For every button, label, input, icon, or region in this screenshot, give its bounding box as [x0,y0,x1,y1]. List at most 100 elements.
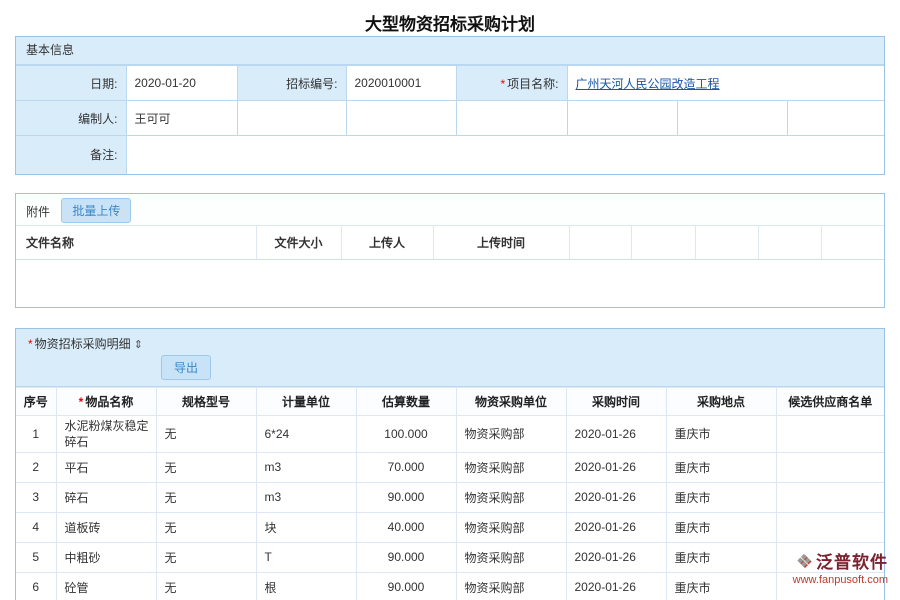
cell-time: 2020-01-26 [566,542,666,572]
empty-header [758,225,821,259]
basic-info-row-1: 日期: 2020-01-20 招标编号: 2020010001 *项目名称: 广… [16,66,884,101]
cell-spec: 无 [156,512,256,542]
cell-unit: T [256,542,356,572]
cell-spec: 无 [156,452,256,482]
cell-no: 5 [16,542,56,572]
basic-info-row-3: 备注: [16,136,884,174]
attachments-empty-area [16,260,884,307]
cell-dept: 物资采购部 [456,572,566,600]
cell-spec: 无 [156,542,256,572]
cell-place: 重庆市 [666,542,776,572]
cell-qty: 90.000 [356,572,456,600]
cell-suppliers [776,452,884,482]
cell-dept: 物资采购部 [456,482,566,512]
empty-cell [346,101,456,136]
empty-header [631,225,695,259]
attachments-title: 附件 [26,205,50,219]
cell-suppliers [776,415,884,452]
cell-dept: 物资采购部 [456,512,566,542]
cell-no: 2 [16,452,56,482]
author-value: 王可可 [126,101,237,136]
required-asterisk: * [79,395,84,409]
col-time: 采购时间 [566,387,666,415]
empty-cell [237,101,346,136]
sort-icon[interactable]: ⇕ [134,339,143,351]
table-row: 6 砼管 无 根 90.000 物资采购部 2020-01-26 重庆市 [16,572,884,600]
date-value: 2020-01-20 [126,66,237,101]
cell-unit: m3 [256,452,356,482]
cell-place: 重庆市 [666,512,776,542]
cell-name: 砼管 [56,572,156,600]
cell-no: 6 [16,572,56,600]
project-name-label-text: 项目名称: [507,77,558,91]
cell-dept: 物资采购部 [456,415,566,452]
cell-time: 2020-01-26 [566,512,666,542]
cell-unit: 根 [256,572,356,600]
cell-time: 2020-01-26 [566,452,666,482]
export-button[interactable]: 导出 [161,355,211,380]
cell-no: 1 [16,415,56,452]
detail-panel: *物资招标采购明细⇕ 导出 序号 *物品名称 规格型号 计量单位 估算数量 物资… [15,328,885,600]
col-dept: 物资采购单位 [456,387,566,415]
cell-place: 重庆市 [666,572,776,600]
brand-url: www.fanpusoft.com [793,574,888,586]
attachments-toolbar: 附件 批量上传 [16,194,884,225]
cell-no: 4 [16,512,56,542]
cell-time: 2020-01-26 [566,572,666,600]
cell-qty: 40.000 [356,512,456,542]
table-row: 2 平石 无 m3 70.000 物资采购部 2020-01-26 重庆市 [16,452,884,482]
brand-row: ❖ 泛普软件 [793,548,888,573]
bid-no-label: 招标编号: [237,66,346,101]
cell-suppliers [776,482,884,512]
attachments-header-row: 文件名称 文件大小 上传人 上传时间 [16,225,884,259]
cell-time: 2020-01-26 [566,482,666,512]
fanpu-logo-icon: ❖ [796,552,812,570]
cell-spec: 无 [156,572,256,600]
cell-spec: 无 [156,415,256,452]
cell-name: 道板砖 [56,512,156,542]
attachments-table: 文件名称 文件大小 上传人 上传时间 [16,225,884,260]
cell-name: 中粗砂 [56,542,156,572]
col-unit: 计量单位 [256,387,356,415]
file-size-header: 文件大小 [256,225,341,259]
empty-cell [567,101,677,136]
cell-unit: 6*24 [256,415,356,452]
cell-suppliers [776,512,884,542]
col-place: 采购地点 [666,387,776,415]
empty-cell [787,101,884,136]
cell-name: 碎石 [56,482,156,512]
empty-header [821,225,884,259]
col-no: 序号 [16,387,56,415]
project-name-link[interactable]: 广州天河人民公园改造工程 [576,77,720,91]
project-name-cell: 广州天河人民公园改造工程 [567,66,884,101]
brand-name: 泛普软件 [816,548,888,573]
batch-upload-button[interactable]: 批量上传 [61,198,131,223]
upload-time-header: 上传时间 [433,225,569,259]
basic-info-section-header: 基本信息 [16,37,884,65]
table-row: 3 碎石 无 m3 90.000 物资采购部 2020-01-26 重庆市 [16,482,884,512]
file-name-header: 文件名称 [16,225,256,259]
cell-spec: 无 [156,482,256,512]
author-label: 编制人: [16,101,126,136]
cell-place: 重庆市 [666,415,776,452]
cell-unit: m3 [256,482,356,512]
remark-value [126,136,884,174]
cell-place: 重庆市 [666,452,776,482]
basic-info-row-2: 编制人: 王可可 [16,101,884,136]
detail-section-header: *物资招标采购明细⇕ 导出 [16,329,884,387]
detail-title-text: 物资招标采购明细 [35,337,131,351]
detail-title: *物资招标采购明细⇕ [28,335,872,352]
basic-info-table: 日期: 2020-01-20 招标编号: 2020010001 *项目名称: 广… [16,65,884,174]
col-item-name: *物品名称 [56,387,156,415]
cell-qty: 90.000 [356,542,456,572]
cell-place: 重庆市 [666,482,776,512]
table-row: 1 水泥粉煤灰稳定碎石 无 6*24 100.000 物资采购部 2020-01… [16,415,884,452]
cell-dept: 物资采购部 [456,452,566,482]
basic-info-panel: 基本信息 日期: 2020-01-20 招标编号: 2020010001 *项目… [15,36,885,175]
cell-dept: 物资采购部 [456,542,566,572]
table-row: 5 中粗砂 无 T 90.000 物资采购部 2020-01-26 重庆市 [16,542,884,572]
empty-cell [677,101,787,136]
cell-qty: 100.000 [356,415,456,452]
cell-no: 3 [16,482,56,512]
table-row: 4 道板砖 无 块 40.000 物资采购部 2020-01-26 重庆市 [16,512,884,542]
